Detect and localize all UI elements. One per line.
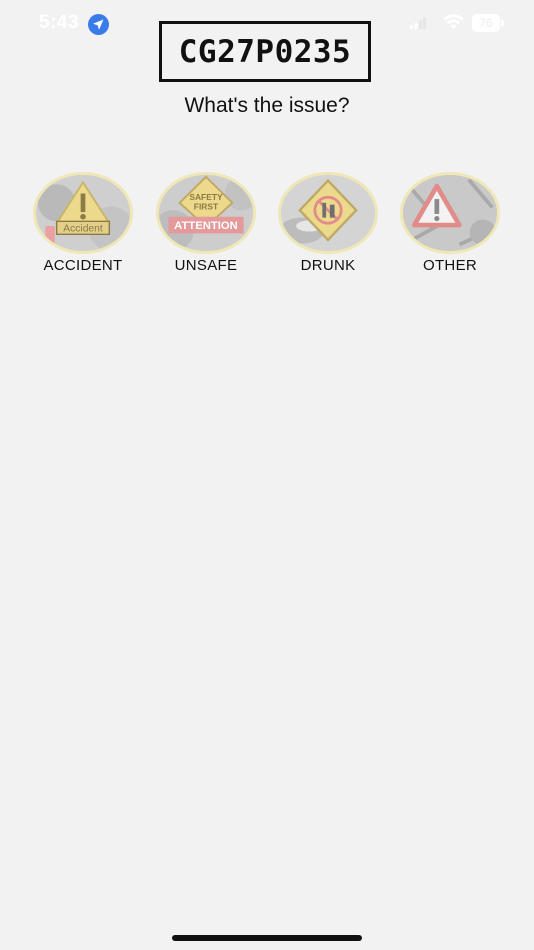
battery-level: 76	[479, 16, 493, 30]
issue-options: Accident ACCIDENT SAFETY FIRST ATTENTION…	[0, 172, 534, 282]
safety-sign-bottom-text: FIRST	[194, 201, 219, 211]
safety-first-attention-icon: SAFETY FIRST ATTENTION	[156, 172, 256, 254]
option-label: UNSAFE	[174, 257, 238, 274]
cellular-signal-icon	[410, 17, 426, 29]
accident-warning-icon: Accident	[33, 172, 133, 254]
home-indicator[interactable]	[172, 935, 362, 941]
battery-icon: 76	[472, 14, 505, 32]
status-time: 5:43	[39, 12, 80, 33]
location-arrow-icon	[88, 14, 109, 35]
option-drunk[interactable]: DRUNK	[268, 172, 388, 277]
option-label: OTHER	[423, 257, 477, 274]
warning-triangle-icon	[400, 172, 500, 254]
page-title: What's the issue?	[184, 94, 350, 117]
option-other[interactable]: OTHER	[390, 172, 510, 277]
option-label: DRUNK	[300, 257, 356, 274]
option-accident[interactable]: Accident ACCIDENT	[23, 172, 143, 277]
wifi-icon	[443, 14, 464, 29]
no-drinking-sign-icon	[278, 172, 378, 254]
option-unsafe[interactable]: SAFETY FIRST ATTENTION UNSAFE	[146, 172, 266, 277]
accident-sign-text: Accident	[63, 224, 103, 235]
plate-number: CG27P0235	[178, 33, 352, 70]
option-label: ACCIDENT	[43, 257, 123, 274]
attention-banner-text: ATTENTION	[174, 220, 238, 232]
plate-number-box: CG27P0235	[159, 21, 371, 82]
